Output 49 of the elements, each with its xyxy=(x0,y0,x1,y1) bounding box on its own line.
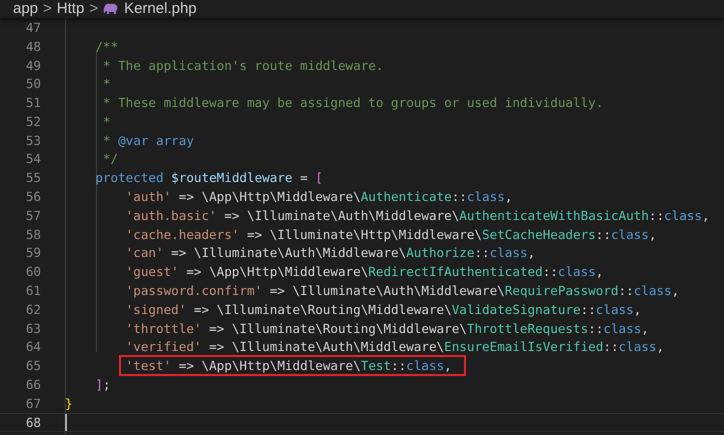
code-line: 'guest' => \App\Http\Middleware\RedirectIfAuthenticated::class, xyxy=(124,263,604,280)
code-line: * These middleware may be assigned to groups or used individually. xyxy=(102,94,604,112)
breadcrumb-file[interactable]: Kernel.php xyxy=(124,0,197,20)
text-cursor xyxy=(65,414,67,431)
line-number: 52 xyxy=(24,112,41,130)
code-line: 'password.confirm' => \Illuminate\Auth\Middleware\RequirePassword::class, xyxy=(124,282,680,300)
line-number: 61 xyxy=(24,282,41,300)
code-line: } xyxy=(65,394,73,412)
code-line: 'verified' => \Illuminate\Auth\Middleware\EnsureEmailIsVerified::class, xyxy=(124,338,664,356)
code-line: 'auth.basic' => \Illuminate\Auth\Middleware\AuthenticateWithBasicAuth::class, xyxy=(124,206,710,224)
code-line: 'signed' => \Illuminate\Routing\Middleware\ValidateSignature::class, xyxy=(124,300,642,318)
line-number: 62 xyxy=(24,300,41,318)
line-number: 50 xyxy=(24,75,41,92)
line-number: 48 xyxy=(24,38,41,55)
line-number: 55 xyxy=(24,169,41,186)
line-number: 47 xyxy=(24,18,41,36)
line-number: 67 xyxy=(24,394,41,412)
code-line: /** xyxy=(94,38,118,55)
code-line: 'cache.headers' => \Illuminate\Http\Middleware\SetCacheHeaders::class, xyxy=(124,226,656,243)
line-number: 54 xyxy=(24,150,41,168)
line-number: 59 xyxy=(24,244,41,262)
code-line: * The application's route middleware. xyxy=(102,56,384,74)
code-line: 'auth' => \App\Http\Middleware\Authenticate::class, xyxy=(124,188,512,206)
elephant-icon xyxy=(103,3,120,15)
line-number: 51 xyxy=(24,94,41,112)
code-line: 'can' => \Illuminate\Auth\Middleware\Authorize::class, xyxy=(124,244,536,262)
code-line: * @var array xyxy=(102,132,194,149)
line-number: 64 xyxy=(24,338,41,356)
line-number: 60 xyxy=(24,263,41,280)
breadcrumb-separator: > xyxy=(89,0,98,19)
line-number: 56 xyxy=(24,188,41,206)
line-number: 68 xyxy=(24,414,41,431)
code-line: protected $routeMiddleware = [ xyxy=(94,169,323,186)
line-number: 58 xyxy=(24,226,41,243)
line-number: 49 xyxy=(24,56,41,74)
line-number: 63 xyxy=(24,320,41,337)
line-number: 57 xyxy=(24,206,41,224)
highlight-box: 'test' => \App\Http\Middleware\Test::class, xyxy=(118,355,466,376)
line-number: 53 xyxy=(24,132,41,149)
line-number: 65 xyxy=(24,357,41,374)
code-line: ]; xyxy=(94,376,111,394)
breadcrumb-folder[interactable]: Http xyxy=(56,0,84,20)
breadcrumb-folder[interactable]: app xyxy=(13,0,38,20)
breadcrumb-separator: > xyxy=(43,0,52,19)
code-line: * xyxy=(102,112,110,130)
code-line: */ xyxy=(102,150,118,168)
code-line: 'throttle' => \Illuminate\Routing\Middleware\ThrottleRequests::class, xyxy=(124,320,649,337)
code-line: * xyxy=(102,75,110,92)
line-number: 66 xyxy=(24,376,41,394)
